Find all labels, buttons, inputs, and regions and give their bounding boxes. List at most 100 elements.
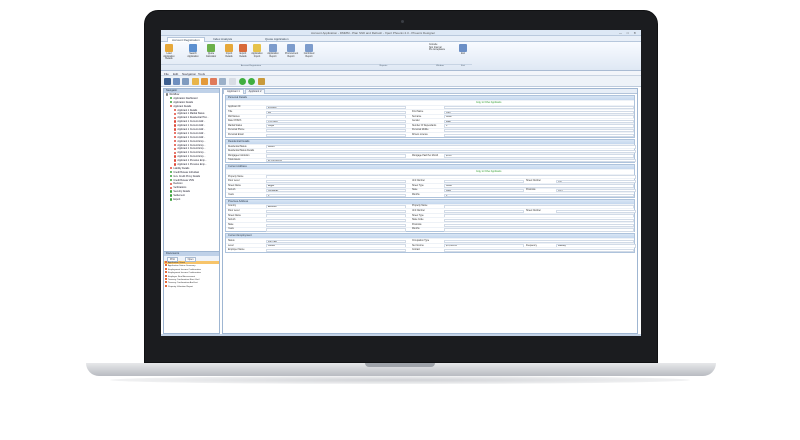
ribbon-button[interactable]: Import Details: [223, 44, 235, 58]
field-label: Net Income: [412, 244, 424, 247]
field-label: Number Of Dependants: [412, 124, 437, 127]
ribbon-checks[interactable]: Console Non Internal Pre Acceptance: [429, 44, 451, 52]
ribbon-button[interactable]: Combined Report: [303, 44, 315, 58]
laptop-notch: [365, 363, 435, 367]
tree-item-label: Applicant 1 Current Addr...: [177, 124, 206, 128]
report-icon: [269, 44, 277, 52]
field-input[interactable]: [444, 228, 634, 232]
load-icon: [165, 44, 173, 52]
field-label: Occupation Type: [412, 240, 430, 243]
documents-panel: Documents Print Open Application Sheet Ap…: [164, 251, 219, 333]
field-input[interactable]: [266, 228, 406, 232]
blank-page-icon[interactable]: [229, 78, 236, 85]
tree-item-label: Applicant 1 Current Emp...: [177, 151, 206, 155]
camera-icon: [401, 20, 404, 23]
tree-item-label: Applicant 1 Residential Hist...: [177, 116, 209, 120]
tree-item-label: Gov. Credit Proxy Details: [173, 174, 201, 178]
tree-item-label: Applicant 1 Marital Status: [177, 112, 205, 116]
save-icon[interactable]: [164, 78, 171, 85]
field-label: Months: [412, 228, 420, 231]
tree-item-label: Settlement: [173, 194, 185, 198]
field-input[interactable]: $1,200,000.00: [266, 159, 636, 163]
toolbar: [161, 76, 641, 87]
tree-item-label: Applicant 1 Current Emp...: [177, 139, 206, 143]
group-window: Window: [426, 64, 454, 69]
field-label: Contact: [412, 249, 420, 252]
ribbon-button[interactable]: Load Application Details: [163, 44, 175, 61]
field-label: Status: [228, 240, 235, 243]
copy-to-other-applicants-link[interactable]: Copy to Other Applicants: [476, 171, 501, 173]
section-previous_address: Previous Address Country Australia Property…: [225, 198, 636, 233]
tree-item-label: Liability Details: [173, 166, 190, 170]
tab-applicant-1[interactable]: Applicant 1: [223, 89, 244, 94]
form-row: Years 0 Months 0: [226, 192, 634, 197]
field-input[interactable]: [266, 133, 406, 138]
field-label: Applicant ID: [228, 106, 241, 109]
back-icon[interactable]: [239, 78, 246, 85]
laptop-shadow: [110, 376, 690, 384]
import-icon: [225, 44, 233, 52]
field-label: State Code: [412, 219, 424, 222]
check-pre-acceptance[interactable]: Pre Acceptance: [429, 49, 451, 52]
tree-item-label: Security Details: [173, 190, 190, 194]
field-input[interactable]: [444, 133, 634, 138]
field-input[interactable]: 0: [266, 193, 406, 197]
field-label: Months: [412, 193, 420, 196]
field-input[interactable]: [266, 248, 406, 253]
report-icon: [305, 44, 313, 52]
tab-applicant-2[interactable]: Applicant 2: [244, 89, 266, 94]
workflow-tree: Workflow Application Dashboard Application…: [164, 93, 219, 251]
document-item[interactable]: Property Valuation Report: [164, 284, 219, 288]
ribbon-button[interactable]: Procurement Report: [285, 44, 298, 58]
pdf-icon: [165, 264, 167, 267]
tree-item[interactable]: Export: [164, 198, 219, 202]
field-label: Suburb: [228, 189, 236, 192]
ribbon-button[interactable]: Quote Calculator: [205, 44, 217, 58]
export-icon[interactable]: [210, 78, 217, 85]
field-label: Mid Names: [228, 115, 240, 118]
field-label: Property Name: [412, 205, 428, 208]
folder-icon[interactable]: [192, 78, 199, 85]
field-label: Mortgagee Institution: [228, 154, 250, 157]
tree-item-label: Applicant 1 Current Addr...: [177, 131, 206, 135]
field-label: Personal Email: [228, 133, 244, 136]
status-bar: [161, 334, 641, 336]
copy-to-other-applicants-link[interactable]: Copy to Other Applicants: [476, 102, 501, 104]
left-pane: Navigator Workflow Application Dashboard A…: [163, 88, 220, 334]
ribbon-button[interactable]: Export Details: [237, 44, 249, 58]
export-icon: [239, 44, 247, 52]
field-label: Residential Status Details: [228, 150, 255, 153]
tree-item-label: Decision: [173, 182, 183, 186]
print-icon[interactable]: [182, 78, 189, 85]
folder-icon: [253, 44, 261, 52]
pdf-icon: [165, 277, 167, 280]
ribbon-button-label: Application Report: [267, 53, 279, 58]
device-scene: Account Application - DMMM - Plan Shift …: [0, 0, 800, 440]
field-input[interactable]: [444, 248, 634, 253]
users-icon[interactable]: [173, 78, 180, 85]
document-icon[interactable]: [201, 78, 208, 85]
section-employment: Current Employment Status Full Time Occupat…: [225, 233, 636, 254]
ribbon-button[interactable]: Application Report: [267, 44, 279, 58]
field-input[interactable]: 0: [444, 193, 634, 197]
field-label: Level: [228, 244, 234, 247]
section-current_address: Current Address Copy to Other Applicants P…: [225, 164, 636, 198]
document-label: Employment Income Confirmation: [168, 272, 201, 275]
run-icon[interactable]: [258, 78, 265, 85]
exit-button[interactable]: Exit: [457, 44, 469, 56]
tree-item-label: Applicant Details: [173, 104, 192, 108]
calculator-icon: [207, 44, 215, 52]
forward-icon[interactable]: [248, 78, 255, 85]
ribbon-button[interactable]: Search Application: [187, 44, 199, 58]
open-button[interactable]: Open: [184, 257, 197, 262]
ribbon-button[interactable]: Application Import: [251, 44, 263, 58]
field-label: Country: [228, 205, 237, 208]
field-label: Frequency: [526, 244, 537, 247]
field-label: Title: [228, 110, 233, 113]
field-label: State: [228, 223, 234, 226]
tree-item-label: Workflow: [169, 93, 180, 96]
search-icon: [189, 44, 197, 52]
section-personal: Personal Details Copy to Other Applicants…: [225, 95, 635, 138]
attach-icon[interactable]: [219, 78, 226, 85]
window-controls[interactable]: — □ ✕: [619, 31, 638, 35]
